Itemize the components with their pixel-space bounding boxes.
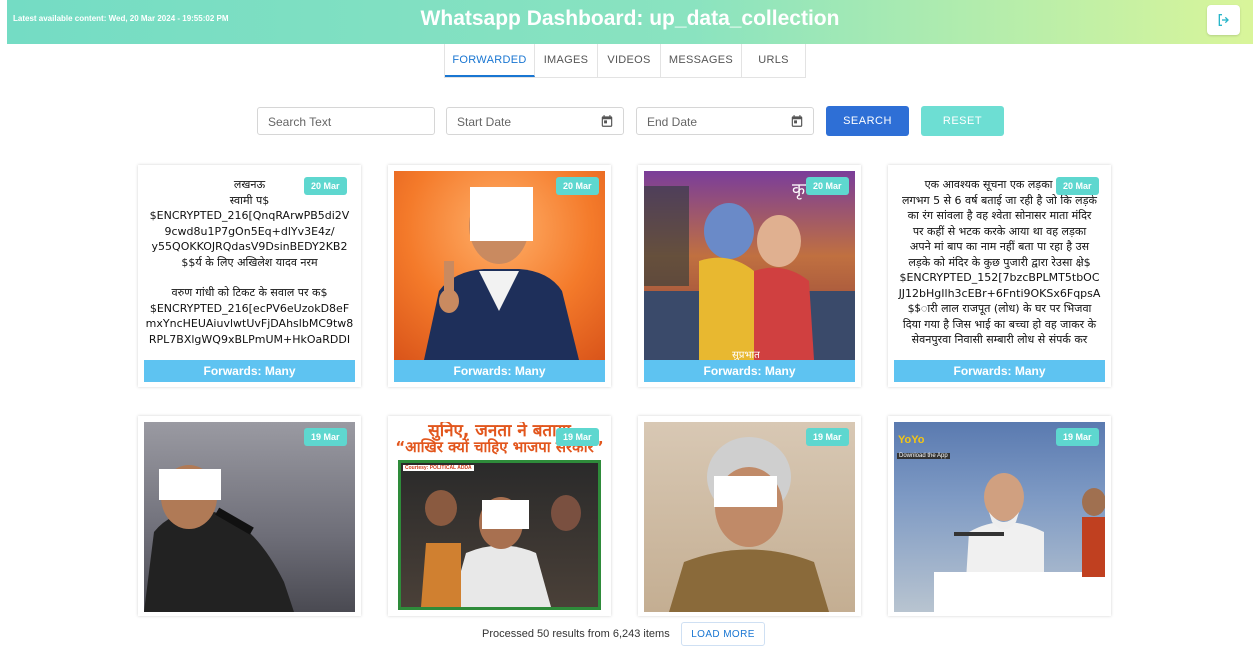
message-text: लखनऊ स्वामी प$ $ENCRYPTED_216[QnqRArwPB5…: [145, 178, 354, 346]
tab-images[interactable]: IMAGES: [535, 44, 598, 77]
redacted-face: [159, 469, 221, 500]
calendar-icon[interactable]: [600, 114, 614, 128]
tab-urls[interactable]: URLS: [742, 44, 805, 77]
forwards-label: Forwards: Many: [894, 360, 1105, 382]
crowd-figure: [421, 490, 581, 607]
tab-videos[interactable]: VIDEOS: [598, 44, 661, 77]
person-figure: [669, 437, 829, 612]
message-image: [394, 171, 605, 360]
date-badge: 19 Mar: [304, 428, 347, 446]
search-button[interactable]: SEARCH: [826, 106, 909, 136]
end-date-field[interactable]: End Date: [636, 107, 814, 135]
forwards-label: Forwards: Many: [394, 360, 605, 382]
message-card[interactable]: सुनिए, जनता ने बताया “आखिर क्यों चाहिए भ…: [388, 416, 611, 616]
message-card[interactable]: 20 Mar Forwards: Many: [388, 165, 611, 387]
message-card[interactable]: 19 Mar: [638, 416, 861, 616]
message-image: कृष्णा सुप्रभात: [644, 171, 855, 360]
message-text: एक आवश्यक सूचना एक लड़का जिस लगभग 5 से 6…: [898, 178, 1101, 346]
message-image: YoYo Download the App: [894, 422, 1105, 612]
processed-count: Processed 50 results from 6,243 items: [482, 628, 670, 640]
message-card[interactable]: एक आवश्यक सूचना एक लड़का जिस लगभग 5 से 6…: [888, 165, 1111, 387]
message-image: सुनिए, जनता ने बताया “आखिर क्यों चाहिए भ…: [394, 422, 605, 612]
tab-forwarded[interactable]: FORWARDED: [445, 44, 535, 77]
date-badge: 20 Mar: [806, 177, 849, 195]
page-title: Whatsapp Dashboard: up_data_collection: [420, 7, 840, 30]
search-text-placeholder: Search Text: [268, 115, 332, 129]
message-card[interactable]: लखनऊ स्वामी प$ $ENCRYPTED_216[QnqRArwPB5…: [138, 165, 361, 387]
forwards-label: Forwards: Many: [644, 360, 855, 382]
image-caption: सुप्रभात: [732, 350, 760, 360]
logout-button[interactable]: [1207, 5, 1240, 35]
date-badge: 19 Mar: [806, 428, 849, 446]
content-tabs: FORWARDED IMAGES VIDEOS MESSAGES URLS: [444, 44, 806, 78]
message-card[interactable]: YoYo Download the App 19 Mar: [888, 416, 1111, 616]
message-card[interactable]: 19 Mar: [138, 416, 361, 616]
end-date-placeholder: End Date: [647, 115, 698, 129]
app-logo: YoYo: [898, 434, 925, 446]
reset-button[interactable]: RESET: [921, 106, 1004, 136]
forwards-label: Forwards: Many: [144, 360, 355, 382]
calendar-icon[interactable]: [790, 114, 804, 128]
message-card[interactable]: कृष्णा सुप्रभात 20 Mar Forwards: Many: [638, 165, 861, 387]
date-badge: 20 Mar: [304, 177, 347, 195]
speaker-figure: [934, 473, 1105, 612]
start-date-placeholder: Start Date: [457, 115, 512, 129]
date-badge: 20 Mar: [556, 177, 599, 195]
message-image: [644, 422, 855, 612]
person-figure: [144, 465, 294, 612]
redacted-face: [470, 187, 533, 241]
load-more-button[interactable]: LOAD MORE: [681, 622, 765, 646]
photo-frame: Courtesy: POLITICAL ADDA: [398, 460, 601, 610]
tab-messages[interactable]: MESSAGES: [661, 44, 742, 77]
search-text-input[interactable]: Search Text: [257, 107, 435, 135]
app-header: Latest available content: Wed, 20 Mar 20…: [7, 0, 1253, 44]
redacted-face: [482, 500, 529, 529]
redacted-face: [714, 476, 777, 507]
date-badge: 19 Mar: [1056, 428, 1099, 446]
date-badge: 20 Mar: [1056, 177, 1099, 195]
message-image: [144, 422, 355, 612]
app-tag: Download the App: [897, 453, 950, 459]
start-date-field[interactable]: Start Date: [446, 107, 624, 135]
courtesy-label: Courtesy: POLITICAL ADDA: [403, 465, 474, 471]
date-badge: 19 Mar: [556, 428, 599, 446]
logout-icon: [1218, 14, 1229, 26]
